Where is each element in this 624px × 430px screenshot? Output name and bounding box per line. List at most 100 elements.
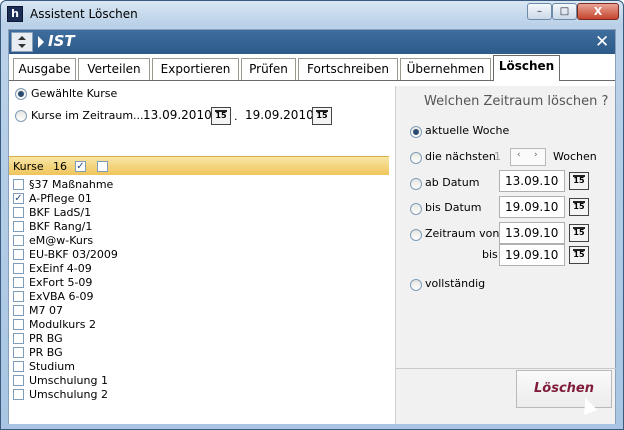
- course-item[interactable]: ExFort 5-09: [13, 276, 389, 290]
- course-item[interactable]: M7 07: [13, 304, 389, 318]
- radio-next-weeks-label: die nächsten: [425, 150, 496, 163]
- minimize-button[interactable]: –: [527, 3, 552, 20]
- course-checkbox[interactable]: ✓: [13, 193, 24, 204]
- range-from-date[interactable]: 13.09.2010: [143, 108, 212, 122]
- weeks-stepper[interactable]: ‹ ›: [510, 148, 546, 166]
- radio-courses-in-range[interactable]: [15, 110, 27, 122]
- select-none-checkbox[interactable]: [97, 161, 108, 172]
- course-checkbox[interactable]: [13, 347, 24, 358]
- radio-from-date-label: ab Datum: [425, 176, 480, 189]
- course-list: §37 Maßnahme ✓ A-Pflege 01 BKF LadS/1 BKF…: [13, 178, 389, 402]
- course-name: A-Pflege 01: [29, 192, 92, 205]
- course-checkbox[interactable]: [13, 249, 24, 260]
- from-date-field[interactable]: 13.09.10: [499, 170, 565, 192]
- course-name: BKF Rang/1: [29, 220, 93, 233]
- course-name: ExFort 5-09: [29, 276, 93, 289]
- course-checkbox[interactable]: [13, 179, 24, 190]
- course-checkbox[interactable]: [13, 291, 24, 302]
- course-checkbox[interactable]: [13, 277, 24, 288]
- course-checkbox[interactable]: [13, 305, 24, 316]
- tab-fortschreiben[interactable]: Fortschreiben: [298, 58, 398, 80]
- client-area: IST ✕ Ausgabe Verteilen Exportieren Prüf…: [8, 29, 616, 424]
- next-weeks-value[interactable]: 1: [494, 150, 501, 163]
- calendar-icon[interactable]: 15: [569, 246, 589, 264]
- course-item[interactable]: eM@w-Kurs: [13, 234, 389, 248]
- range-to-field[interactable]: 19.09.10: [499, 244, 565, 266]
- tab-loeschen[interactable]: Löschen: [493, 55, 560, 81]
- radio-next-weeks[interactable]: [410, 152, 422, 164]
- radio-selected-courses-label: Gewählte Kurse: [31, 87, 118, 100]
- tab-ausgabe[interactable]: Ausgabe: [13, 58, 76, 80]
- course-item[interactable]: ExEinf 4-09: [13, 262, 389, 276]
- calendar-icon[interactable]: 15: [569, 198, 589, 216]
- course-item[interactable]: Umschulung 2: [13, 388, 389, 402]
- calendar-icon[interactable]: 15: [312, 107, 332, 125]
- course-item[interactable]: §37 Maßnahme: [13, 178, 389, 192]
- calendar-icon[interactable]: 15: [211, 107, 231, 125]
- delete-button[interactable]: Löschen: [516, 370, 612, 408]
- courses-count: 16: [53, 160, 67, 173]
- increment-icon[interactable]: ›: [534, 150, 538, 160]
- radio-complete[interactable]: [410, 279, 422, 291]
- course-item[interactable]: EU-BKF 03/2009: [13, 248, 389, 262]
- course-name: M7 07: [29, 304, 63, 317]
- decrement-icon[interactable]: ‹: [517, 150, 521, 160]
- title-bar: h Assistent Löschen – □ X: [1, 1, 623, 27]
- range-from-field[interactable]: 13.09.10: [499, 222, 565, 244]
- arrow-right-icon: [38, 36, 44, 48]
- window-title: Assistent Löschen: [30, 7, 138, 21]
- range-to-date[interactable]: 19.09.2010: [245, 108, 314, 122]
- course-name: BKF LadS/1: [29, 206, 92, 219]
- course-checkbox[interactable]: [13, 389, 24, 400]
- tab-uebernehmen[interactable]: Übernehmen: [400, 58, 491, 80]
- course-checkbox[interactable]: [13, 235, 24, 246]
- course-name: PR BG: [29, 346, 63, 359]
- course-checkbox[interactable]: [13, 375, 24, 386]
- radio-current-week[interactable]: [410, 126, 422, 138]
- course-item[interactable]: BKF Rang/1: [13, 220, 389, 234]
- calendar-icon[interactable]: 15: [569, 172, 589, 190]
- course-name: ExEinf 4-09: [29, 262, 92, 275]
- select-all-checkbox[interactable]: ✓: [75, 161, 86, 172]
- maximize-button[interactable]: □: [552, 3, 577, 20]
- radio-complete-label: vollständig: [425, 277, 486, 290]
- course-checkbox[interactable]: [13, 221, 24, 232]
- spinner-control[interactable]: [11, 32, 33, 52]
- radio-current-week-label: aktuelle Woche: [425, 124, 510, 137]
- tab-verteilen[interactable]: Verteilen: [78, 58, 150, 80]
- radio-range-label: Zeitraum von: [425, 227, 500, 240]
- course-checkbox[interactable]: [13, 263, 24, 274]
- close-window-button[interactable]: X: [577, 3, 619, 20]
- radio-from-date[interactable]: [410, 178, 422, 190]
- course-checkbox[interactable]: [13, 361, 24, 372]
- close-icon[interactable]: ✕: [595, 32, 609, 52]
- calendar-icon[interactable]: 15: [569, 224, 589, 242]
- date-separator: .: [234, 110, 238, 123]
- course-checkbox[interactable]: [13, 333, 24, 344]
- range-bis-label: bis: [482, 248, 498, 261]
- course-item[interactable]: BKF LadS/1: [13, 206, 389, 220]
- spin-up-icon[interactable]: [18, 36, 26, 40]
- tab-pruefen[interactable]: Prüfen: [241, 58, 296, 80]
- spin-down-icon[interactable]: [18, 44, 26, 48]
- radio-range[interactable]: [410, 229, 422, 241]
- courses-label: Kurse: [13, 160, 44, 173]
- course-item[interactable]: Studium: [13, 360, 389, 374]
- app-icon: h: [7, 6, 23, 22]
- course-item[interactable]: PR BG: [13, 332, 389, 346]
- course-name: PR BG: [29, 332, 63, 345]
- course-item[interactable]: Umschulung 1: [13, 374, 389, 388]
- course-checkbox[interactable]: [13, 319, 24, 330]
- course-item[interactable]: ✓ A-Pflege 01: [13, 192, 389, 206]
- course-checkbox[interactable]: [13, 207, 24, 218]
- to-date-field[interactable]: 19.09.10: [499, 196, 565, 218]
- course-item[interactable]: PR BG: [13, 346, 389, 360]
- tab-exportieren[interactable]: Exportieren: [152, 58, 239, 80]
- radio-to-date-label: bis Datum: [425, 201, 482, 214]
- radio-selected-courses[interactable]: [15, 88, 27, 100]
- course-item[interactable]: ExVBA 6-09: [13, 290, 389, 304]
- course-item[interactable]: Modulkurs 2: [13, 318, 389, 332]
- courses-header: Kurse 16 ✓: [9, 156, 389, 175]
- course-name: Umschulung 2: [29, 388, 108, 401]
- radio-to-date[interactable]: [410, 203, 422, 215]
